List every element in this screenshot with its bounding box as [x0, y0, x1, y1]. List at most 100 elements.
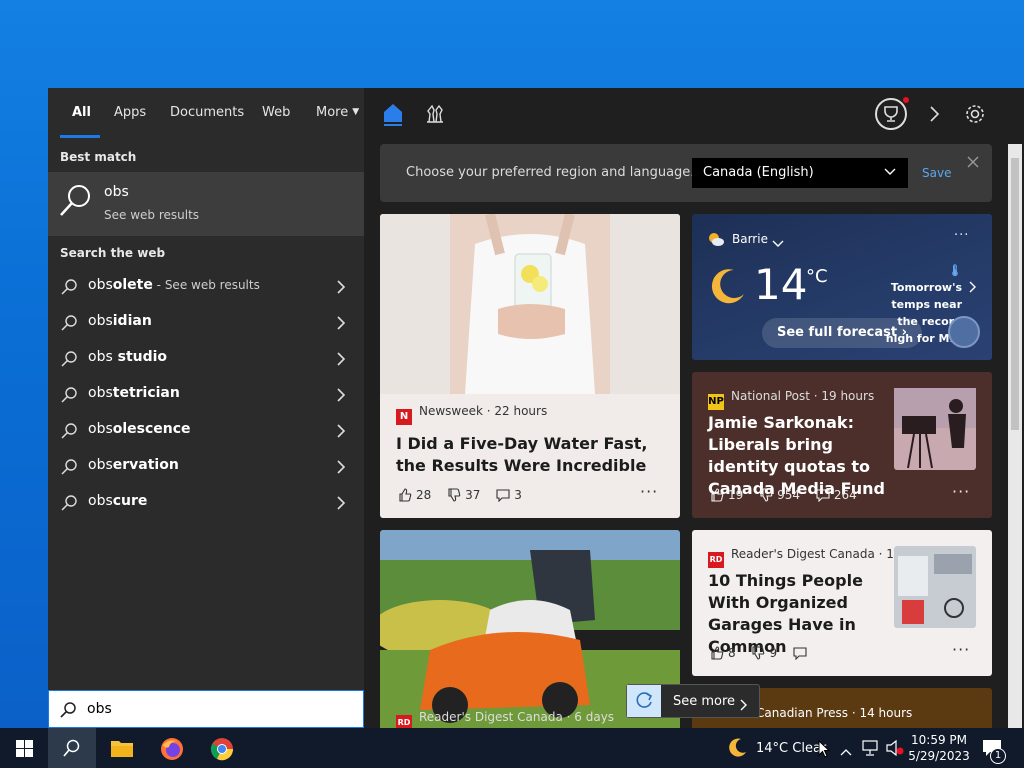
refresh-icon[interactable]: [627, 685, 661, 717]
partly-cloudy-icon: [708, 231, 724, 250]
suggestion-completion: tetrician: [112, 385, 180, 401]
tab-web[interactable]: Web: [262, 105, 290, 120]
rewards-trophy-icon[interactable]: [874, 96, 910, 136]
see-more-button[interactable]: See more: [626, 684, 760, 718]
readers-digest-logo-icon: RD: [708, 552, 724, 568]
search-suggestion[interactable]: observation: [48, 449, 364, 483]
like-button[interactable]: 28: [398, 488, 431, 502]
system-clock[interactable]: 10:59 PM 5/29/2023: [906, 732, 972, 764]
weather-card[interactable]: Barrie ··· 14 °C 🌡 Tomorrow's temps near…: [692, 214, 992, 360]
show-hidden-icons-chevron-icon[interactable]: [840, 742, 852, 761]
chevron-right-icon[interactable]: [968, 278, 976, 297]
comment-button[interactable]: 3: [496, 488, 522, 503]
search-suggestion[interactable]: obscure: [48, 485, 364, 519]
suggestion-text: obstetrician: [88, 385, 180, 401]
dislike-button[interactable]: 9: [751, 646, 777, 660]
search-suggestion[interactable]: obsolescence: [48, 413, 364, 447]
chevron-right-icon[interactable]: [336, 351, 346, 366]
home-icon[interactable]: [382, 102, 404, 130]
taskbar-weather[interactable]: 14°C Clear: [722, 728, 830, 768]
article-headline[interactable]: I Did a Five-Day Water Fast, the Results…: [396, 433, 668, 477]
article-source: Canadian Press · 14 hours: [756, 706, 913, 720]
chevron-right-icon[interactable]: [336, 315, 346, 330]
comment-icon: [793, 647, 807, 661]
more-options-icon[interactable]: ···: [640, 482, 658, 501]
news-card-water-fast[interactable]: N Newsweek · 22 hours I Did a Five-Day Wa…: [380, 214, 680, 518]
chess-icon[interactable]: [424, 102, 446, 128]
region-select[interactable]: Canada (English): [692, 158, 908, 188]
chevron-right-icon[interactable]: [928, 105, 940, 127]
clock-date: 5/29/2023: [908, 749, 970, 763]
article-image: [380, 214, 680, 394]
search-suggestion[interactable]: obs studio: [48, 341, 364, 375]
tab-apps[interactable]: Apps: [114, 105, 146, 120]
search-icon: [60, 350, 78, 368]
region-language-bar: Choose your preferred region and languag…: [380, 144, 992, 202]
gear-icon[interactable]: [964, 103, 986, 129]
chevron-right-icon[interactable]: [336, 423, 346, 438]
scrollbar-thumb[interactable]: [1011, 158, 1019, 430]
region-prompt: Choose your preferred region and languag…: [406, 165, 695, 180]
like-count: 8: [728, 646, 736, 660]
start-button[interactable]: [0, 728, 48, 768]
comment-icon: [496, 489, 510, 503]
close-icon[interactable]: [966, 154, 980, 168]
comment-icon: [816, 489, 830, 503]
suggestion-completion: studio: [112, 349, 168, 365]
comment-count: 264: [833, 488, 857, 502]
comment-button[interactable]: [793, 646, 811, 661]
suggestion-prefix: obs: [88, 349, 113, 365]
save-button[interactable]: Save: [922, 166, 951, 180]
news-card-garage[interactable]: RD Reader's Digest Canada · 13 10 Things …: [692, 530, 992, 676]
file-explorer-icon[interactable]: [98, 728, 146, 768]
article-headline[interactable]: Jamie Sarkonak: Liberals bring identity …: [708, 412, 892, 500]
tab-documents[interactable]: Documents: [170, 105, 244, 120]
suggestion-suffix: - See web results: [152, 278, 260, 292]
windows-logo-icon: [16, 740, 33, 757]
tab-all[interactable]: All: [72, 105, 91, 120]
best-match-header: Best match: [60, 150, 137, 164]
dislike-button[interactable]: 954: [759, 488, 800, 502]
chevron-right-icon[interactable]: [336, 387, 346, 402]
readers-digest-logo-icon: RD: [396, 715, 412, 728]
like-button[interactable]: 8: [710, 646, 736, 660]
search-input[interactable]: [87, 698, 347, 720]
weather-map-icon[interactable]: [948, 316, 980, 348]
chevron-right-icon[interactable]: [336, 279, 346, 294]
chevron-right-icon[interactable]: [336, 495, 346, 510]
volume-muted-icon[interactable]: [886, 739, 904, 760]
dislike-count: 9: [769, 646, 778, 660]
chrome-icon[interactable]: [198, 728, 246, 768]
search-icon: [60, 386, 78, 404]
search-web-header: Search the web: [60, 246, 166, 260]
suggestion-completion: olescence: [112, 421, 191, 437]
search-suggestion[interactable]: obsolete - See web results: [48, 269, 364, 303]
chevron-down-icon[interactable]: [772, 234, 784, 253]
taskbar-search-button[interactable]: [48, 728, 96, 768]
tab-more[interactable]: More ▼: [316, 105, 359, 120]
see-full-forecast-button[interactable]: See full forecast ›: [762, 318, 922, 348]
search-box[interactable]: [48, 690, 364, 728]
scrollbar[interactable]: [1008, 144, 1022, 728]
suggestion-completion: cure: [112, 493, 148, 509]
more-options-icon[interactable]: ···: [952, 482, 970, 501]
search-suggestion[interactable]: obstetrician: [48, 377, 364, 411]
best-match-item[interactable]: obs See web results: [48, 172, 364, 236]
comment-button[interactable]: 264: [816, 488, 857, 503]
search-icon: [59, 701, 77, 719]
article-source: RD Reader's Digest Canada · 6 days: [396, 710, 614, 728]
search-suggestion[interactable]: obsidian: [48, 305, 364, 339]
chevron-right-icon[interactable]: [336, 459, 346, 474]
suggestion-text: obs studio: [88, 349, 167, 365]
more-options-icon[interactable]: ···: [954, 228, 969, 243]
network-icon[interactable]: [862, 740, 880, 760]
more-options-icon[interactable]: ···: [952, 640, 970, 659]
article-headline[interactable]: 10 Things People With Organized Garages …: [708, 570, 894, 658]
thumbs-up-icon: [399, 488, 412, 502]
firefox-icon[interactable]: [148, 728, 196, 768]
like-button[interactable]: 19: [710, 488, 743, 502]
news-card-sarkonak[interactable]: NP National Post · 19 hours Jamie Sarkona…: [692, 372, 992, 518]
weather-location[interactable]: Barrie: [732, 232, 768, 246]
dislike-button[interactable]: 37: [447, 488, 480, 502]
notification-count-badge: 1: [990, 748, 1006, 764]
